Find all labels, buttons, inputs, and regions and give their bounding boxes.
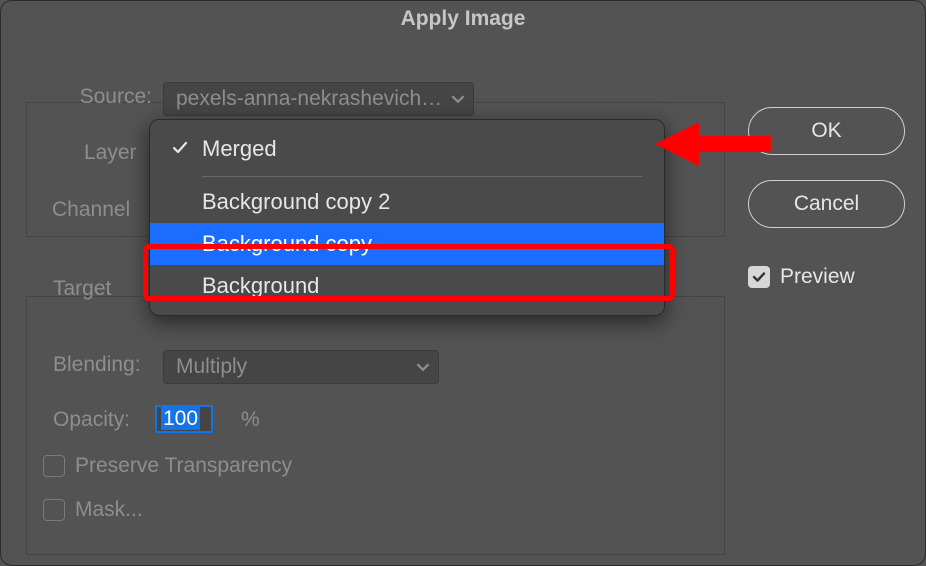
layer-option[interactable]: Merged [150, 128, 664, 170]
blending-select[interactable]: Multiply [163, 350, 439, 384]
checkbox-box [43, 455, 65, 477]
mask-label: Mask... [75, 498, 143, 522]
preview-checkbox[interactable]: Preview [748, 265, 855, 289]
source-value: pexels-anna-nekrashevich… [176, 87, 442, 111]
preview-label: Preview [780, 265, 855, 289]
blending-value: Multiply [176, 355, 247, 379]
dropdown-separator [202, 176, 642, 177]
preserve-label: Preserve Transparency [75, 454, 292, 478]
cancel-label: Cancel [794, 192, 859, 216]
cancel-button[interactable]: Cancel [748, 180, 905, 228]
ok-button[interactable]: OK [748, 107, 905, 155]
source-select[interactable]: pexels-anna-nekrashevich… [163, 82, 474, 116]
check-icon [172, 136, 192, 162]
layer-option[interactable]: Background copy 2 [150, 181, 664, 223]
channel-label: Channel [52, 198, 130, 222]
layer-option-label: Merged [202, 136, 277, 162]
checkbox-box [748, 266, 770, 288]
opacity-value: 100 [161, 407, 200, 430]
layer-option-label: Background [202, 273, 319, 299]
mask-checkbox[interactable]: Mask... [43, 498, 143, 522]
check-icon [751, 269, 767, 285]
target-label: Target [53, 277, 111, 301]
layer-option[interactable]: Background copy [150, 223, 664, 265]
opacity-suffix: % [241, 408, 260, 432]
opacity-label: Opacity: [53, 408, 130, 432]
dialog-title: Apply Image [1, 1, 925, 31]
layer-dropdown[interactable]: Merged Background copy 2 Background copy Ba… [149, 119, 665, 316]
chevron-down-icon [416, 360, 430, 374]
layer-option[interactable]: Background [150, 265, 664, 307]
blending-label: Blending: [53, 353, 141, 377]
layer-option-label: Background copy [202, 231, 372, 257]
layer-option-label: Background copy 2 [202, 189, 390, 215]
checkbox-box [43, 499, 65, 521]
ok-label: OK [811, 119, 841, 143]
chevron-down-icon [451, 92, 465, 106]
apply-image-dialog: Apply Image Source: pexels-anna-nekrashe… [0, 0, 926, 566]
source-label: Source: [57, 85, 152, 109]
opacity-input[interactable]: 100 [155, 405, 213, 433]
layer-label: Layer [84, 141, 137, 165]
preserve-transparency-checkbox[interactable]: Preserve Transparency [43, 454, 292, 478]
